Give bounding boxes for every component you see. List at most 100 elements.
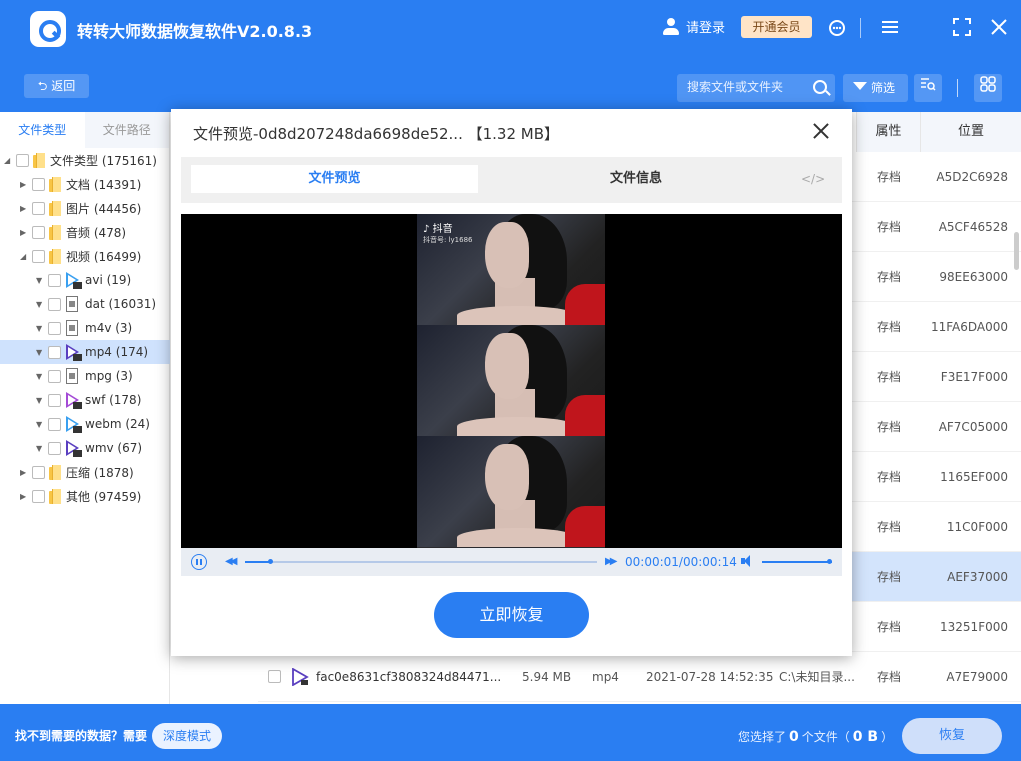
tree-node[interactable]: ▼ swf (178) bbox=[0, 388, 170, 412]
tree-node[interactable]: ◢ 视频 (16499) bbox=[0, 244, 170, 268]
file-location: AF7C05000 bbox=[938, 420, 1008, 434]
file-name: fac0e8631cf3808324d84471... bbox=[316, 670, 502, 684]
grid-view-button[interactable] bbox=[974, 74, 1002, 102]
player-controls: ◀◀ ▶▶ 00:00:01/00:00:14 bbox=[181, 548, 842, 576]
expand-arrow-icon[interactable]: ◢ bbox=[4, 156, 12, 165]
recover-now-button[interactable]: 立即恢复 bbox=[434, 592, 589, 638]
video-player[interactable]: ♪ 抖音 抖音号: ly1686 bbox=[181, 214, 842, 548]
back-arrow-icon: ⮌ bbox=[37, 79, 52, 93]
tree-checkbox[interactable] bbox=[48, 345, 61, 359]
tree-checkbox[interactable] bbox=[32, 489, 45, 503]
tab-file-info[interactable]: 文件信息 bbox=[511, 165, 761, 193]
tree-checkbox[interactable] bbox=[32, 225, 45, 239]
left-panel: 文件类型 文件路径 ◢ 文件类型 (175161) ▶ 文档 (14391) ▶ 图片 (… bbox=[0, 112, 170, 704]
collapse-arrow-icon[interactable]: ▶ bbox=[20, 492, 28, 501]
tree-node[interactable]: ▼ mp4 (174) bbox=[0, 340, 170, 364]
selected-prefix: 您选择了 bbox=[738, 730, 787, 744]
file-attribute: 存档 bbox=[877, 270, 902, 284]
expand-arrow-icon[interactable]: ▼ bbox=[36, 396, 44, 405]
footer-bar: 找不到需要的数据？需要 深度模式 您选择了 0 个文件（ 0 B） 恢复 bbox=[0, 704, 1021, 761]
code-icon[interactable]: </> bbox=[801, 172, 825, 186]
expand-arrow-icon[interactable]: ▼ bbox=[36, 372, 44, 381]
collapse-arrow-icon[interactable]: ▶ bbox=[20, 468, 28, 477]
collapse-arrow-icon[interactable]: ▶ bbox=[20, 228, 28, 237]
tree-checkbox[interactable] bbox=[16, 153, 29, 167]
expand-arrow-icon[interactable]: ▼ bbox=[36, 324, 44, 333]
tree-node[interactable]: ▶ 压缩 (1878) bbox=[0, 460, 170, 484]
file-attribute: 存档 bbox=[877, 470, 902, 484]
tree-node[interactable]: ◢ 文件类型 (175161) bbox=[0, 148, 170, 172]
left-tabs: 文件类型 文件路径 bbox=[0, 112, 169, 148]
tree-node-label: 文件类型 (175161) bbox=[50, 153, 157, 168]
tree-node[interactable]: ▼ dat (16031) bbox=[0, 292, 170, 316]
tree-node[interactable]: ▶ 其他 (97459) bbox=[0, 484, 170, 508]
expand-arrow-icon[interactable]: ▼ bbox=[36, 300, 44, 309]
tree-checkbox[interactable] bbox=[48, 393, 61, 407]
list-scrollbar[interactable] bbox=[1014, 232, 1019, 270]
login-link[interactable]: 请登录 bbox=[662, 17, 725, 36]
search-box bbox=[677, 74, 835, 102]
title-separator bbox=[860, 18, 861, 38]
tree-checkbox[interactable] bbox=[32, 249, 45, 263]
dialog-close-icon[interactable] bbox=[811, 121, 831, 141]
tab-file-type[interactable]: 文件类型 bbox=[0, 112, 85, 148]
tree-node[interactable]: ▼ mpg (3) bbox=[0, 364, 170, 388]
recover-button[interactable]: 恢复 bbox=[902, 718, 1002, 754]
volume-slider[interactable] bbox=[762, 559, 832, 564]
tree-node-label: avi (19) bbox=[85, 273, 132, 287]
column-header-location[interactable]: 位置 bbox=[920, 112, 1021, 152]
vip-button[interactable]: 开通会员 bbox=[741, 16, 812, 38]
search-input[interactable] bbox=[687, 80, 807, 94]
volume-knob[interactable] bbox=[827, 559, 832, 564]
seek-knob[interactable] bbox=[267, 559, 273, 564]
tree-node[interactable]: ▶ 图片 (44456) bbox=[0, 196, 170, 220]
tree-node[interactable]: ▼ wmv (67) bbox=[0, 436, 170, 460]
column-header-attr[interactable]: 属性 bbox=[856, 112, 920, 152]
expand-arrow-icon[interactable]: ▼ bbox=[36, 420, 44, 429]
expand-arrow-icon[interactable]: ▼ bbox=[36, 276, 44, 285]
tree-checkbox[interactable] bbox=[48, 273, 61, 287]
menu-icon[interactable] bbox=[880, 18, 900, 38]
pause-icon[interactable] bbox=[191, 554, 207, 570]
tree-checkbox[interactable] bbox=[48, 441, 61, 455]
tree-checkbox[interactable] bbox=[48, 297, 61, 311]
dialog-title: 文件预览-0d8d207248da6698de52... 【1.32 MB】 bbox=[193, 125, 559, 143]
fast-forward-icon[interactable]: ▶▶ bbox=[605, 556, 618, 567]
table-row[interactable]: fac0e8631cf3808324d84471... 5.94 MB mp4 202… bbox=[258, 652, 1021, 702]
search-icon[interactable] bbox=[813, 80, 827, 94]
tab-file-preview[interactable]: 文件预览 bbox=[191, 165, 478, 193]
back-button[interactable]: ⮌ 返回 bbox=[24, 74, 89, 98]
volume-icon[interactable] bbox=[741, 555, 753, 567]
view-list-button[interactable] bbox=[914, 74, 942, 102]
row-checkbox[interactable] bbox=[268, 670, 281, 683]
tree-checkbox[interactable] bbox=[32, 465, 45, 479]
expand-arrow-icon[interactable]: ◢ bbox=[20, 252, 28, 261]
tree-checkbox[interactable] bbox=[48, 417, 61, 431]
expand-arrow-icon[interactable]: ▼ bbox=[36, 444, 44, 453]
tree-node[interactable]: ▼ avi (19) bbox=[0, 268, 170, 292]
folder-icon bbox=[49, 248, 62, 264]
tree-checkbox[interactable] bbox=[32, 201, 45, 215]
rewind-icon[interactable]: ◀◀ bbox=[225, 556, 238, 567]
video-file-icon bbox=[65, 439, 82, 457]
expand-arrow-icon[interactable]: ▼ bbox=[36, 348, 44, 357]
filter-button[interactable]: 筛选 bbox=[843, 74, 908, 102]
tree-checkbox[interactable] bbox=[48, 321, 61, 335]
tree-node[interactable]: ▶ 文档 (14391) bbox=[0, 172, 170, 196]
close-icon[interactable] bbox=[989, 18, 1009, 38]
collapse-arrow-icon[interactable]: ▶ bbox=[20, 180, 28, 189]
tree-checkbox[interactable] bbox=[32, 177, 45, 191]
file-attribute: 存档 bbox=[877, 420, 902, 434]
collapse-arrow-icon[interactable]: ▶ bbox=[20, 204, 28, 213]
file-location: A7E79000 bbox=[946, 670, 1008, 684]
seek-bar[interactable] bbox=[245, 559, 597, 564]
tree-node-label: dat (16031) bbox=[85, 297, 157, 311]
tree-node[interactable]: ▼ webm (24) bbox=[0, 412, 170, 436]
maximize-icon[interactable] bbox=[952, 18, 972, 38]
tree-node[interactable]: ▼ m4v (3) bbox=[0, 316, 170, 340]
tree-node[interactable]: ▶ 音频 (478) bbox=[0, 220, 170, 244]
tab-file-path[interactable]: 文件路径 bbox=[85, 112, 170, 148]
deep-mode-button[interactable]: 深度模式 bbox=[152, 723, 222, 749]
support-icon[interactable] bbox=[827, 18, 847, 38]
tree-checkbox[interactable] bbox=[48, 369, 61, 383]
